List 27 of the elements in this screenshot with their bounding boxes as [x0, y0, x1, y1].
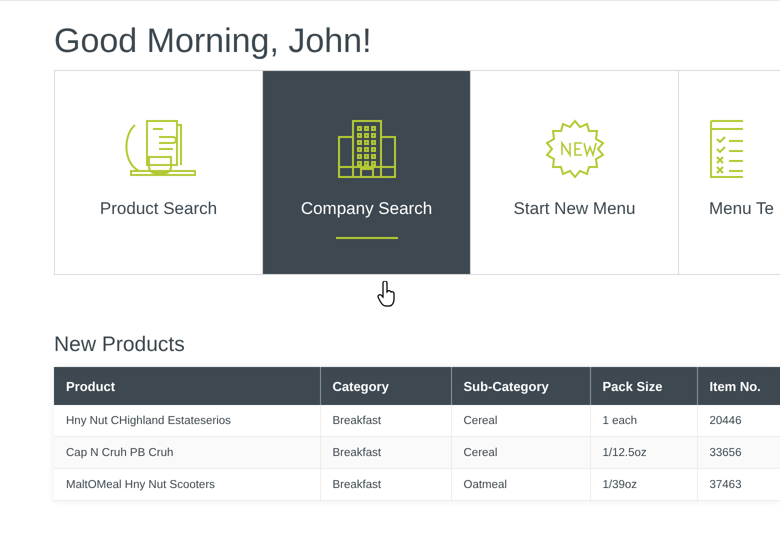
tile-label: Product Search: [100, 199, 218, 219]
new-badge-icon: [544, 119, 604, 179]
table-cell: Breakfast: [320, 436, 451, 468]
tile-label: Company Search: [300, 199, 432, 219]
table-cell: Cereal: [451, 436, 590, 468]
table-cell: 1/12.5oz: [590, 436, 697, 468]
table-cell: Oatmeal: [451, 468, 590, 500]
table-cell: Cap N Cruh PB Cruh: [54, 436, 320, 468]
greeting-heading: Good Morning, John!: [54, 21, 373, 62]
active-underline: [336, 237, 398, 239]
table-cell: Breakfast: [320, 468, 451, 500]
menu-tile[interactable]: Company Search: [263, 71, 471, 274]
table-cell: 33656: [697, 436, 780, 468]
column-header[interactable]: Product: [54, 367, 320, 405]
column-header[interactable]: Category: [320, 367, 451, 405]
column-header[interactable]: Item No.: [697, 367, 780, 405]
office-building-icon: [336, 119, 396, 179]
column-header[interactable]: Pack Size: [590, 367, 697, 405]
tile-label: Start New Menu: [514, 199, 636, 219]
checklist-icon: [709, 119, 743, 179]
table-cell: 37463: [697, 468, 780, 500]
section-heading: New Products: [54, 333, 186, 357]
table-cell: 1/39oz: [590, 468, 697, 500]
hand-cursor-icon: [377, 281, 397, 307]
column-header[interactable]: Sub-Category: [451, 367, 590, 405]
tile-label: Menu Te: [709, 199, 774, 219]
table-cell: MaltOMeal Hny Nut Scooters: [54, 468, 320, 500]
